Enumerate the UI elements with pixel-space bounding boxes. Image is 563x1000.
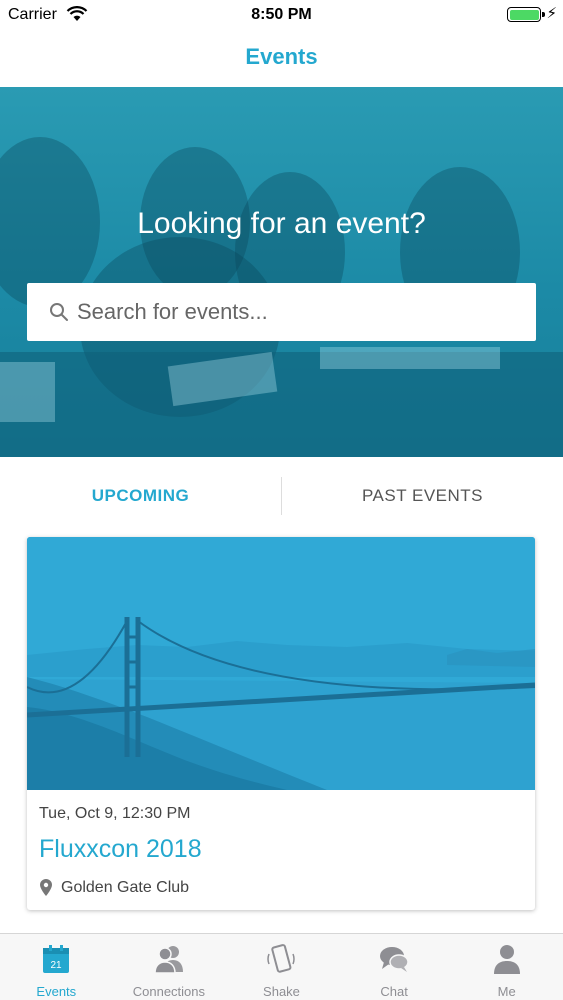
event-title[interactable]: Fluxxcon 2018 — [39, 835, 202, 864]
battery-icon — [507, 7, 545, 22]
hero-heading: Looking for an event? — [137, 207, 426, 240]
charging-icon: ⚡ — [546, 5, 557, 22]
clock: 8:50 PM — [251, 6, 312, 23]
tab-bar-connections[interactable]: Connections — [113, 934, 226, 1000]
person-icon — [493, 945, 520, 974]
hero-banner: Looking for an event? — [0, 87, 563, 457]
tab-bar-shake[interactable]: Shake — [225, 934, 338, 1000]
tab-past-events[interactable]: PAST EVENTS — [282, 457, 563, 535]
search-bar[interactable] — [27, 283, 536, 341]
tab-upcoming[interactable]: UPCOMING — [0, 457, 281, 535]
tab-bar-label: Events — [36, 984, 77, 999]
event-cover-image — [27, 537, 535, 790]
tab-bar-me[interactable]: Me — [450, 934, 563, 1000]
calendar-icon: 21 — [43, 945, 70, 973]
event-date: Tue, Oct 9, 12:30 PM — [39, 805, 191, 822]
tab-bar-label: Connections — [132, 984, 206, 999]
event-card[interactable]: Tue, Oct 9, 12:30 PM Fluxxcon 2018 Golde… — [27, 537, 535, 910]
event-location: Golden Gate Club — [61, 879, 190, 896]
page-title: Events — [245, 44, 318, 69]
chat-bubbles-icon — [380, 947, 409, 972]
map-pin-icon — [40, 879, 52, 896]
search-icon — [50, 303, 68, 321]
search-input[interactable] — [77, 283, 517, 341]
tab-bar-chat[interactable]: Chat — [338, 934, 451, 1000]
navigation-bar: Events — [0, 30, 563, 87]
bottom-tab-bar: 21 Events Connections Shake Chat Me — [0, 933, 563, 1000]
status-bar: Carrier 8:50 PM ⚡ — [0, 0, 563, 30]
tab-bar-events[interactable]: 21 Events — [0, 934, 113, 1000]
tab-bar-label: Me — [497, 984, 516, 999]
tab-bar-label: Chat — [380, 984, 408, 999]
golden-gate-bridge-image — [27, 537, 535, 790]
tab-bar-label: Shake — [263, 984, 300, 999]
event-tabs: UPCOMING PAST EVENTS — [0, 457, 563, 535]
people-icon — [154, 946, 183, 974]
phone-shake-icon — [267, 944, 296, 973]
calendar-day-label: 21 — [51, 960, 63, 971]
